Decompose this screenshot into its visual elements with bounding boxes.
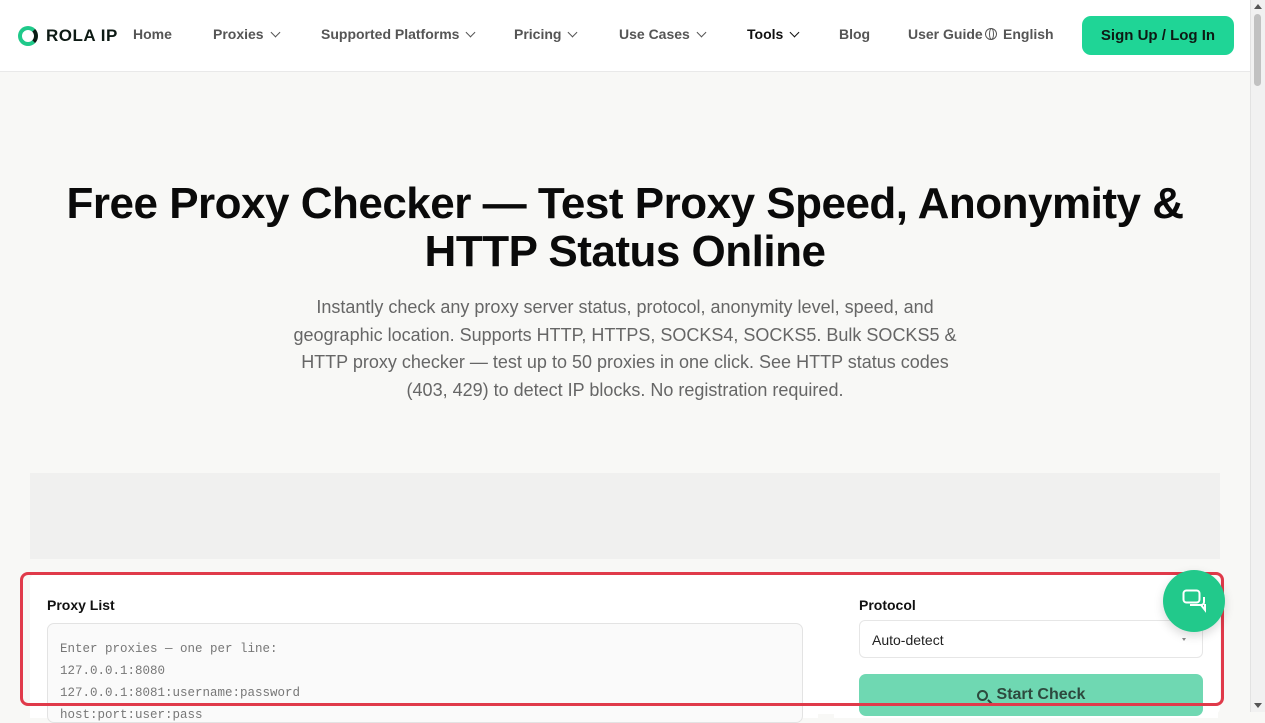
nav-home[interactable]: Home [133,26,172,42]
protocol-select[interactable]: Auto-detect [859,620,1203,658]
nav-use-cases-label: Use Cases [619,26,690,42]
chat-bubbles-icon [1182,589,1206,613]
rola-ip-logo[interactable]: ROLA IP [18,24,118,48]
search-icon [976,689,988,701]
logo-text: ROLA IP [46,26,118,45]
protocol-label: Protocol [859,597,916,613]
nav-home-label: Home [133,26,172,42]
top-nav-bar: ROLA IP Home Proxies Supported Platforms… [0,0,1250,72]
chevron-down-icon [789,27,800,37]
page-subtitle: Instantly check any proxy server status,… [293,297,957,400]
signup-login-button[interactable]: Sign Up / Log In [1082,16,1234,55]
proxy-list-textarea[interactable]: Enter proxies — one per line: 127.0.0.1:… [47,623,803,723]
proxy-list-label: Proxy List [47,597,115,613]
nav-supported-platforms-label: Supported Platforms [321,26,460,42]
scroll-down-arrow-icon[interactable] [1254,703,1262,708]
language-selector[interactable]: English [985,26,1054,42]
page-title: Free Proxy Checker — Test Proxy Speed, A… [66,179,1184,276]
language-label: English [1003,26,1054,42]
nav-proxies-label: Proxies [213,26,264,42]
scroll-up-arrow-icon[interactable] [1254,4,1262,9]
nav-proxies[interactable]: Proxies [213,26,281,42]
protocol-selected-value: Auto-detect [872,632,944,648]
chevron-down-icon [466,27,476,37]
nav-supported-platforms[interactable]: Supported Platforms [321,26,476,42]
start-check-button[interactable]: Start Check [859,674,1203,716]
start-check-label: Start Check [996,686,1086,703]
scroll-thumb[interactable] [1254,14,1261,86]
logo-icon [18,26,38,46]
ad-placeholder-band [30,473,1220,559]
nav-pricing-label: Pricing [514,26,562,42]
nav-blog[interactable]: Blog [839,26,870,42]
nav-blog-label: Blog [839,26,871,42]
nav-use-cases[interactable]: Use Cases [619,26,707,42]
globe-icon [985,28,997,40]
chat-support-button[interactable] [1163,570,1225,632]
select-caret-icon [1182,638,1186,641]
chevron-down-icon [696,27,707,37]
nav-user-guide-label: User Guide [908,26,983,42]
nav-pricing[interactable]: Pricing [514,26,578,42]
page-scrollbar[interactable] [1250,0,1265,712]
nav-user-guide[interactable]: User Guide [908,26,983,42]
chevron-down-icon [270,27,281,37]
nav-tools[interactable]: Tools [747,26,800,42]
nav-tools-label: Tools [747,26,784,42]
chevron-down-icon [568,27,578,37]
